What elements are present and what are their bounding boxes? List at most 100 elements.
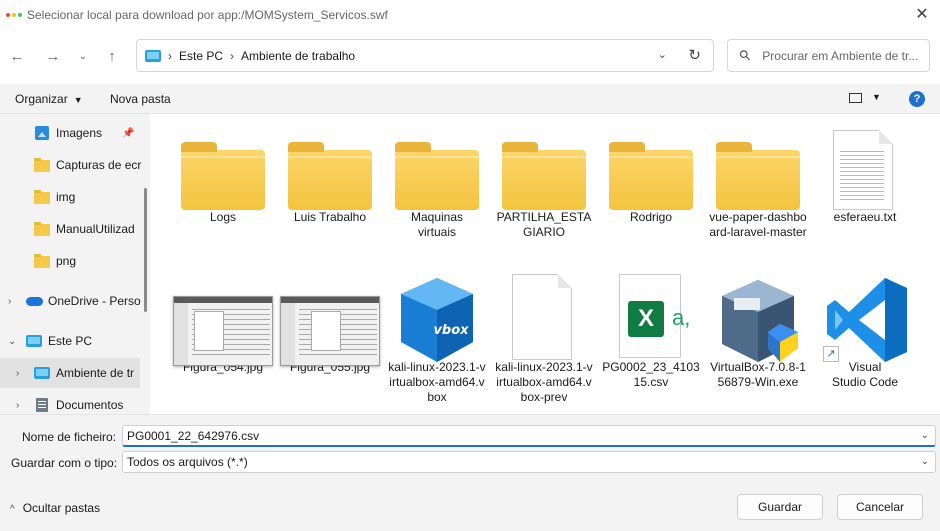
image-thumbnail [280,296,380,366]
chevron-up-icon: ^ [10,504,15,515]
onedrive-icon [26,297,43,306]
sidebar-item-label: Capturas de ecr [56,158,142,172]
excel-icon: Xa, [619,274,690,358]
caret-down-icon: ▼ [73,95,83,105]
navigation-pane[interactable]: Imagens 📌 Capturas de ecr img ManualUtil… [0,114,150,414]
file-item[interactable]: kali-linux-2023.1-virtualbox-amd64.vbox-… [492,272,596,405]
breadcrumb-este-pc[interactable]: Este PC [179,49,223,63]
text-file-icon [833,130,893,210]
chevron-right-icon[interactable]: › [16,400,19,411]
sidebar-item-img[interactable]: img [0,182,140,212]
sidebar-item-label: Este PC [48,334,93,348]
hide-folders-button[interactable]: ^ Ocultar pastas [10,501,100,515]
help-icon[interactable]: ? [909,91,925,107]
sidebar-scrollbar[interactable] [144,188,147,312]
chevron-right-icon: › [230,48,235,63]
sidebar-item-documentos[interactable]: › Documentos [0,390,140,414]
sidebar-item-desktop[interactable]: › Ambiente de tr [0,358,140,388]
sidebar-item-onedrive[interactable]: › OneDrive - Perso [0,286,141,316]
breadcrumb-desktop[interactable]: Ambiente de trabalho [241,49,355,63]
organize-label: Organizar [15,92,68,106]
sidebar-item-este-pc[interactable]: ⌄ Este PC [0,326,140,356]
file-type-label: Guardar com o tipo: [11,456,118,470]
file-list[interactable]: Logs Luis Trabalho Maquinas virtuais PAR… [150,114,940,414]
this-pc-icon [26,335,42,347]
file-item[interactable]: ↗ Visual Studio Code [813,272,917,390]
new-folder-button[interactable]: Nova pasta [110,92,171,106]
chevron-down-icon[interactable]: ⌄ [72,46,94,68]
view-icon[interactable] [849,93,862,103]
arrow-up-icon[interactable]: ↑ [101,46,123,68]
file-name: Luis Trabalho [293,210,367,224]
folder-icon [34,222,50,236]
close-icon[interactable]: ✕ [912,5,932,25]
filename-field[interactable]: PG0001_22_642976.csv ⌄ [122,425,936,447]
sidebar-item-label: Imagens [56,126,103,140]
sidebar-item-label: Documentos [56,398,124,412]
organize-button[interactable]: Organizar ▼ [15,92,83,106]
arrow-left-icon[interactable]: ← [6,46,28,68]
sidebar-item-label: img [56,190,76,204]
search-box[interactable]: ⚲ Procurar em Ambiente de tr... [727,39,930,72]
file-item[interactable]: Figura_055.jpg [278,272,382,375]
chevron-right-icon[interactable]: › [16,368,19,379]
command-bar: Organizar ▼ Nova pasta ▼ ? [0,84,940,114]
chevron-right-icon[interactable]: › [8,296,11,307]
image-thumbnail [173,296,273,366]
chevron-down-icon[interactable]: ⌄ [921,426,929,446]
chevron-down-icon[interactable]: ⌄ [921,452,929,472]
chevron-down-icon[interactable]: ⌄ [8,336,16,347]
file-item[interactable]: vue-paper-dashboard-laravel-master [706,122,810,240]
caret-down-icon[interactable]: ▼ [872,92,881,102]
folder-icon [181,142,265,210]
file-item[interactable]: Luis Trabalho [278,122,382,225]
file-item[interactable]: Logs [171,122,275,225]
folder-icon [34,190,50,204]
sidebar-item-manual[interactable]: ManualUtilizad [0,214,140,244]
cancel-button[interactable]: Cancelar [837,494,923,520]
file-name: kali-linux-2023.1-virtualbox-amd64.vbox-… [495,360,593,404]
arrow-right-icon[interactable]: → [42,46,64,68]
sidebar-item-imagens[interactable]: Imagens 📌 [0,118,140,148]
file-name: PG0002_23_410315.csv [602,360,700,389]
file-name: PARTILHA_ESTAGIARIO [496,210,592,239]
file-item[interactable]: PARTILHA_ESTAGIARIO [492,122,596,240]
folder-icon [716,142,800,210]
file-name: Maquinas virtuais [410,210,464,239]
sidebar-item-label: ManualUtilizad [56,222,135,236]
file-name: Visual Studio Code [831,360,899,389]
refresh-icon[interactable]: ↻ [688,46,701,64]
filename-value: PG0001_22_642976.csv [127,429,260,443]
sidebar-item-png[interactable]: png [0,246,140,276]
file-item[interactable]: VirtualBox-7.0.8-156879-Win.exe [706,272,810,390]
file-item[interactable]: vbox kali-linux-2023.1-virtualbox-amd64.… [385,272,489,405]
file-name: Logs [209,210,237,224]
file-item[interactable]: Maquinas virtuais [385,122,489,240]
save-button[interactable]: Guardar [737,494,823,520]
blank-file-icon [512,274,572,360]
file-name: kali-linux-2023.1-virtualbox-amd64.vbox [388,360,486,404]
pictures-icon [35,126,49,140]
file-name: vue-paper-dashboard-laravel-master [709,210,807,239]
pin-icon[interactable]: 📌 [122,128,134,139]
sidebar-item-label: png [56,254,77,268]
chevron-right-icon: › [168,48,172,63]
file-item[interactable]: Figura_054.jpg [171,272,275,375]
filename-label: Nome de ficheiro: [22,430,117,444]
sidebar-item-label: OneDrive - Perso [48,294,141,308]
search-icon: ⚲ [735,45,755,65]
virtualbox-installer-icon [722,280,798,362]
file-item[interactable]: Rodrigo [599,122,703,225]
chevron-down-icon[interactable]: ⌄ [658,48,667,61]
file-type-select[interactable]: Todos os arquivos (*.*) ⌄ [122,451,936,473]
file-name: esferaeu.txt [833,210,897,224]
desktop-icon [145,49,161,62]
sidebar-item-capturas[interactable]: Capturas de ecr [0,150,141,180]
search-input[interactable]: Procurar em Ambiente de tr... [762,49,922,63]
folder-icon [609,142,693,210]
sidebar-item-label: Ambiente de tr [56,366,135,380]
address-bar[interactable]: › Este PC › Ambiente de trabalho ⌄ ↻ [136,39,714,72]
desktop-icon [34,367,50,379]
file-item[interactable]: esferaeu.txt [813,122,917,225]
file-item[interactable]: Xa, PG0002_23_410315.csv [599,272,703,390]
